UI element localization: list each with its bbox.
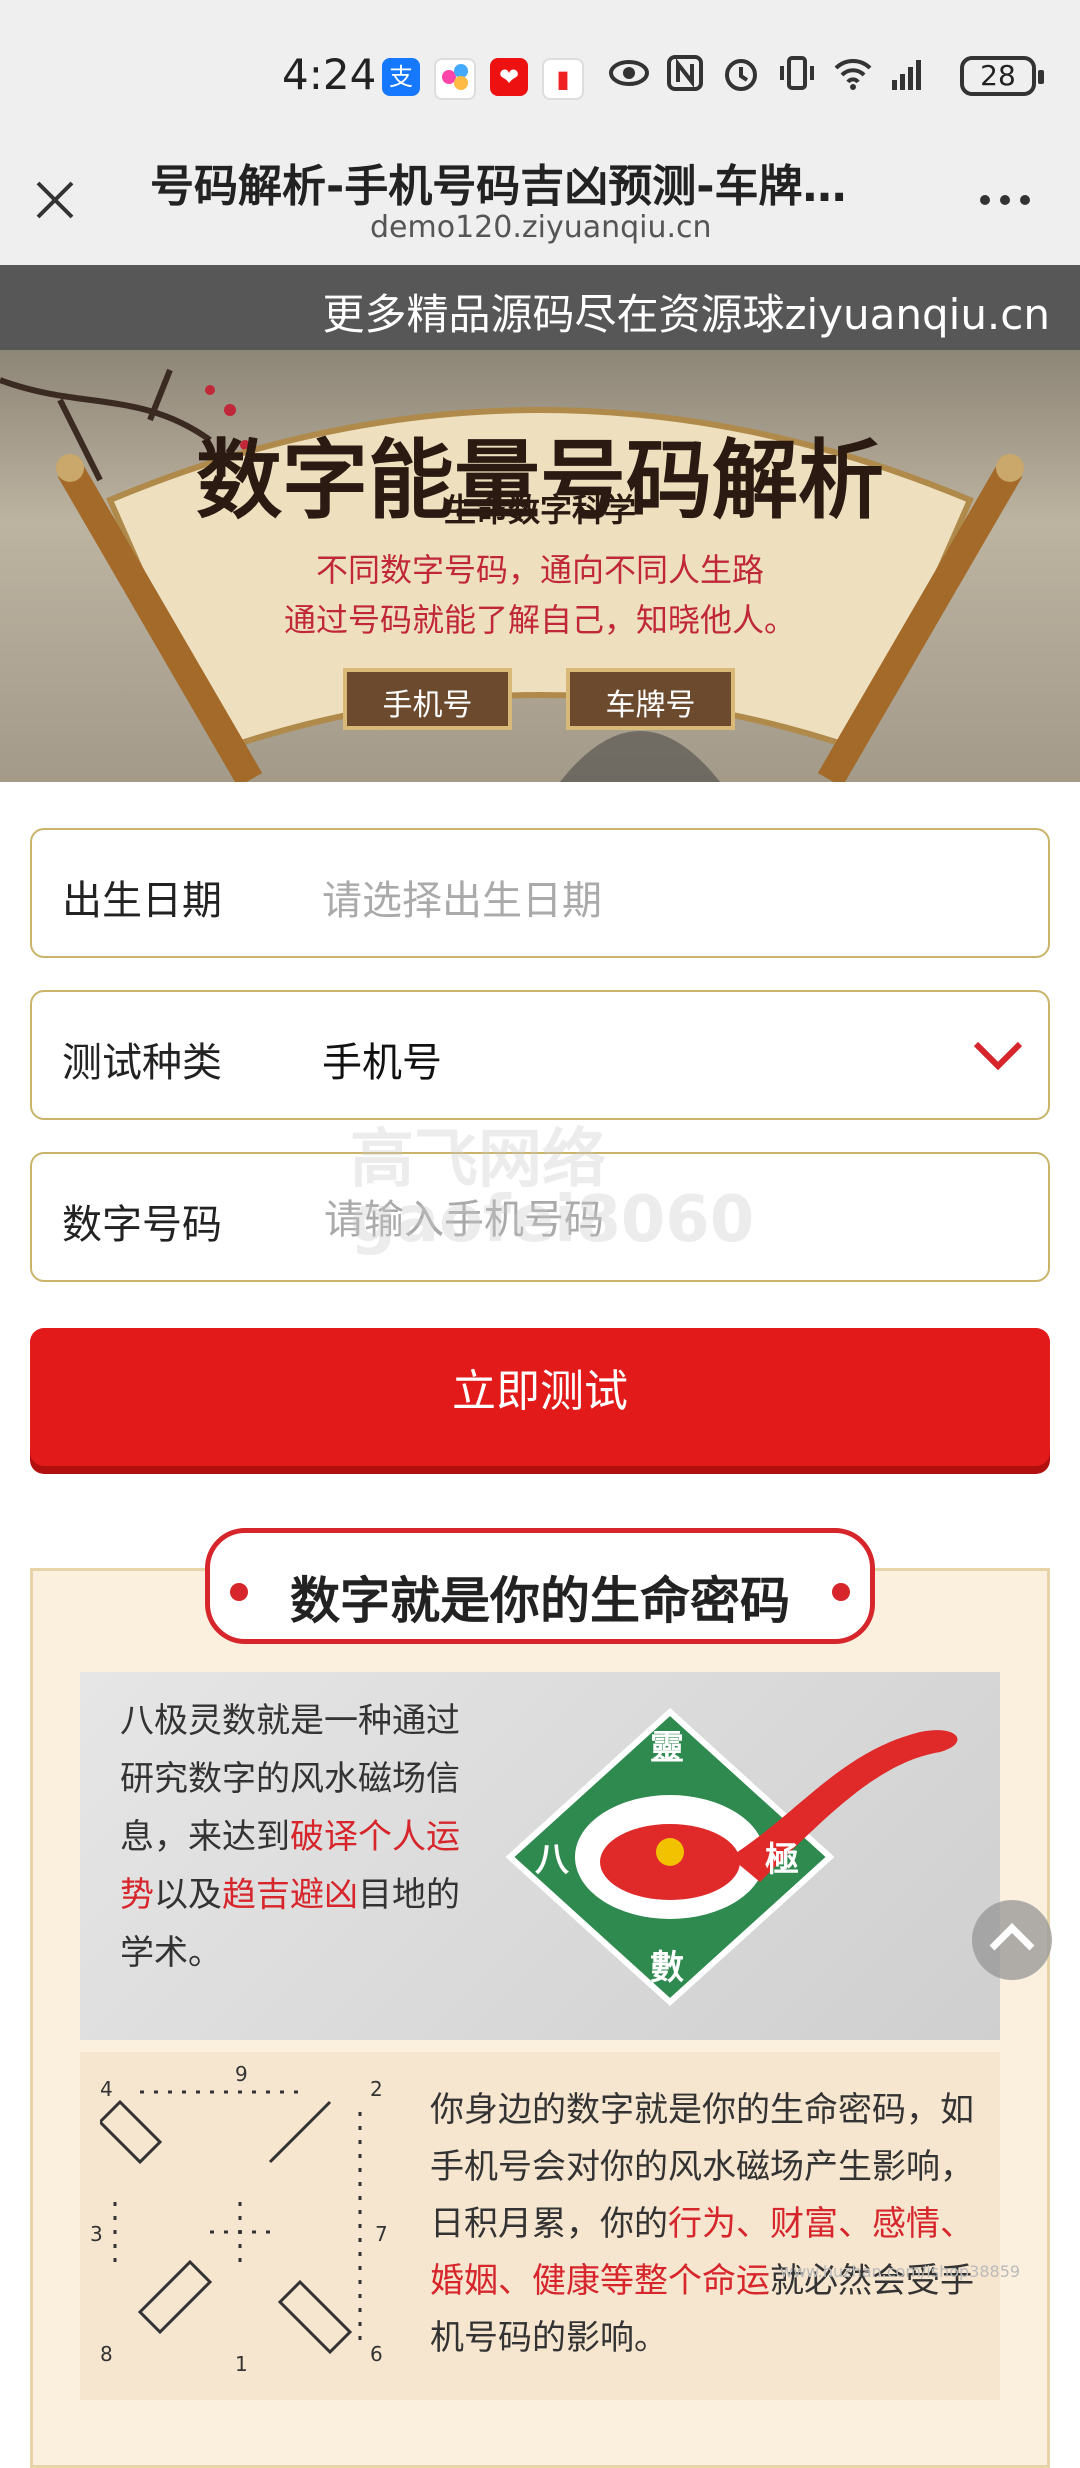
bajilingshu-logo <box>505 1707 958 2007</box>
page-url: demo120.ziyuanqiu.cn <box>370 210 712 245</box>
num-8: 8 <box>100 2342 113 2366</box>
alipay-icon: 支 <box>382 58 420 96</box>
nfc-icon <box>667 55 703 91</box>
promo-text: 更多精品源码尽在资源球ziyuanqiu.cn <box>322 290 1050 339</box>
banner-line1: 不同数字号码，通向不同人生路 <box>315 551 764 589</box>
wifi-icon <box>834 58 872 90</box>
num-7: 7 <box>375 2222 388 2246</box>
test-type-value[interactable]: 手机号 <box>322 1030 442 1088</box>
birth-date-placeholder[interactable]: 请选择出生日期 <box>322 868 602 926</box>
num-4: 4 <box>100 2077 113 2101</box>
birth-date-field[interactable]: 出生日期 请选择出生日期 <box>30 828 1050 958</box>
number-card-text: 你身边的数字就是你的生命密码，如手机号会对你的风水磁场产生影响，日积月累，你的行… <box>430 2082 980 2367</box>
corner-watermark: www.huzhan.com/ishop38859 <box>780 2262 1021 2281</box>
watermark-line2: gaofei8060 <box>350 1183 755 1257</box>
watermark-line1: 高飞网络 <box>350 1123 606 1197</box>
birth-date-label: 出生日期 <box>62 878 222 924</box>
app-icon: ❤ <box>490 58 528 96</box>
num-6: 6 <box>370 2342 383 2366</box>
vibrate-icon <box>780 56 814 90</box>
page-title: 号码解析-手机号码吉凶预测-车牌号码吉凶测试-数字能量 <box>150 161 890 212</box>
4g-signal-icon <box>892 60 921 90</box>
tab-plate[interactable]: 车牌号 <box>568 680 733 724</box>
alarm-icon <box>725 59 757 91</box>
more-menu-icon[interactable] <box>975 190 1035 210</box>
status-bar: 4:24 支 ❤ ▮ 28 <box>0 0 1080 120</box>
status-indicators <box>608 52 930 94</box>
banner-subtitle: 生命数字科学 <box>443 491 636 529</box>
app-icon: ▮ <box>542 58 584 100</box>
battery-indicator: 28 <box>960 56 1044 96</box>
submit-button[interactable]: 立即测试 <box>30 1328 1050 1466</box>
num-1: 1 <box>235 2352 248 2376</box>
logo-char-bottom: 數 <box>650 1948 684 1988</box>
intro-red-b: 趋吉避凶 <box>222 1875 358 1915</box>
section-title: 数字就是你的生命密码 <box>205 1528 875 1644</box>
num-2: 2 <box>370 2077 383 2101</box>
number-label: 数字号码 <box>62 1202 222 1248</box>
logo-char-top: 靈 <box>650 1728 684 1768</box>
logo-char-right: 極 <box>765 1840 799 1880</box>
hero-banner: 数字能量号码解析 生命数字科学 不同数字号码，通向不同人生路 通过号码就能了解自… <box>0 350 1080 782</box>
app-icon <box>434 58 476 100</box>
status-app-icons: 支 ❤ ▮ <box>382 58 584 100</box>
number-card: 4 9 2 3 7 8 1 6 你身边的数字就是你的生命密码，如手机号会对你的风… <box>80 2052 1000 2400</box>
intro-text-b: 以及 <box>154 1875 222 1915</box>
logo-char-left: 八 <box>535 1840 569 1880</box>
diagram-numbers: 4 9 2 3 7 8 1 6 <box>90 2062 400 2382</box>
num-3: 3 <box>90 2222 103 2246</box>
test-type-label: 测试种类 <box>62 1040 222 1086</box>
intro-card: 八极灵数就是一种通过研究数字的风水磁场信息，来达到破译个人运势以及趋吉避凶目地的… <box>80 1672 1000 2040</box>
section-title-text: 数字就是你的生命密码 <box>290 1572 790 1630</box>
close-icon[interactable] <box>30 175 80 225</box>
banner-line2: 通过号码就能了解自己，知晓他人。 <box>283 601 796 639</box>
test-type-select[interactable]: 测试种类 手机号 <box>30 990 1050 1120</box>
status-time: 4:24 <box>282 50 377 99</box>
scroll-to-top-button[interactable] <box>972 1900 1052 1980</box>
eye-icon <box>609 60 649 86</box>
chevron-down-icon[interactable] <box>968 1032 1028 1078</box>
intro-text: 八极灵数就是一种通过研究数字的风水磁场信息，来达到破译个人运势以及趋吉避凶目地的… <box>120 1692 460 1982</box>
watermark: 高飞网络 gaofei8060 <box>350 1123 755 1257</box>
num-9: 9 <box>235 2062 248 2086</box>
promo-banner: 更多精品源码尽在资源球ziyuanqiu.cn <box>0 265 1080 350</box>
chevron-up-icon[interactable] <box>972 1900 1052 1980</box>
tab-phone[interactable]: 手机号 <box>345 680 510 724</box>
